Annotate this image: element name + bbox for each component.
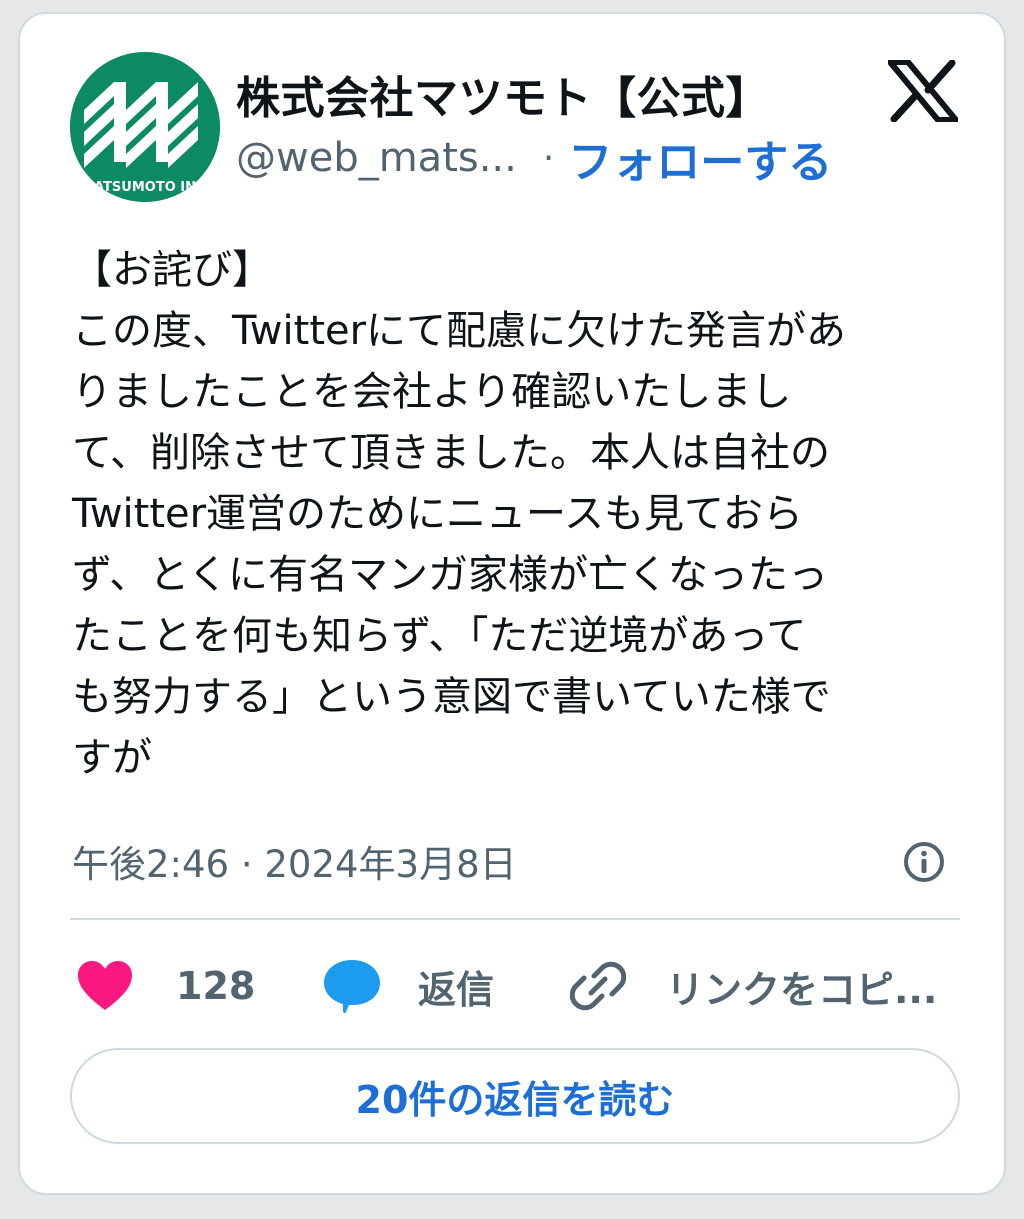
- tweet-line: この度、Twitterにて配慮に欠けた発言があ: [72, 308, 847, 354]
- action-bar: 128 返信 リンクをコピ...: [70, 954, 970, 1018]
- link-icon: [570, 961, 626, 1011]
- tweet-line: Twitter運営のためにニュースも見ておら: [72, 491, 803, 537]
- read-replies-button[interactable]: 20件の返信を読む: [70, 1048, 960, 1144]
- follow-button[interactable]: フォローする: [568, 126, 832, 190]
- account-handle[interactable]: @web_mats...: [236, 135, 517, 181]
- divider: [70, 918, 960, 920]
- separator-dot: ·: [542, 137, 555, 179]
- tweet-line: たことを何も知らず、「ただ逆境があって: [72, 613, 807, 659]
- heart-icon: [78, 961, 132, 1010]
- tweet-line: すが: [72, 735, 152, 781]
- tweet-line: 【お詫び】: [72, 247, 272, 293]
- copy-link-label: リンクをコピ...: [666, 967, 938, 1012]
- svg-text:ATSUMOTO IN: ATSUMOTO IN: [94, 180, 196, 195]
- tweet-text: 【お詫び】 この度、Twitterにて配慮に欠けた発言があ りましたことを会社よ…: [72, 240, 972, 789]
- timestamp[interactable]: 午後2:46 · 2024年3月8日: [72, 834, 517, 888]
- tweet-line: も努力する」という意図で書いていた様で: [72, 674, 831, 720]
- handle-row: @web_mats... · フォローする: [236, 130, 832, 188]
- company-logo: ATSUMOTO IN: [70, 52, 220, 202]
- tweet-line: て、削除させて頂きました。本人は自社の: [72, 430, 830, 476]
- tweet-line: ず、とくに有名マンガ家様が亡くなったっ: [72, 552, 828, 598]
- reply-button[interactable]: 返信: [322, 954, 494, 1018]
- avatar[interactable]: ATSUMOTO IN: [70, 52, 220, 202]
- reply-bubble-icon: [324, 960, 380, 1014]
- tweet-line: りましたことを会社より確認いたしまし: [72, 369, 792, 415]
- x-logo-icon[interactable]: [888, 60, 958, 122]
- like-button[interactable]: 128: [76, 954, 255, 1018]
- reply-label: 返信: [418, 967, 495, 1012]
- like-count: 128: [176, 964, 256, 1008]
- copy-link-button[interactable]: リンクをコピ...: [570, 954, 937, 1018]
- display-name[interactable]: 株式会社マツモト【公式】: [236, 62, 770, 126]
- info-icon[interactable]: [902, 840, 946, 884]
- tweet-card: ATSUMOTO IN 株式会社マツモト【公式】 @web_mats... · …: [18, 12, 1006, 1195]
